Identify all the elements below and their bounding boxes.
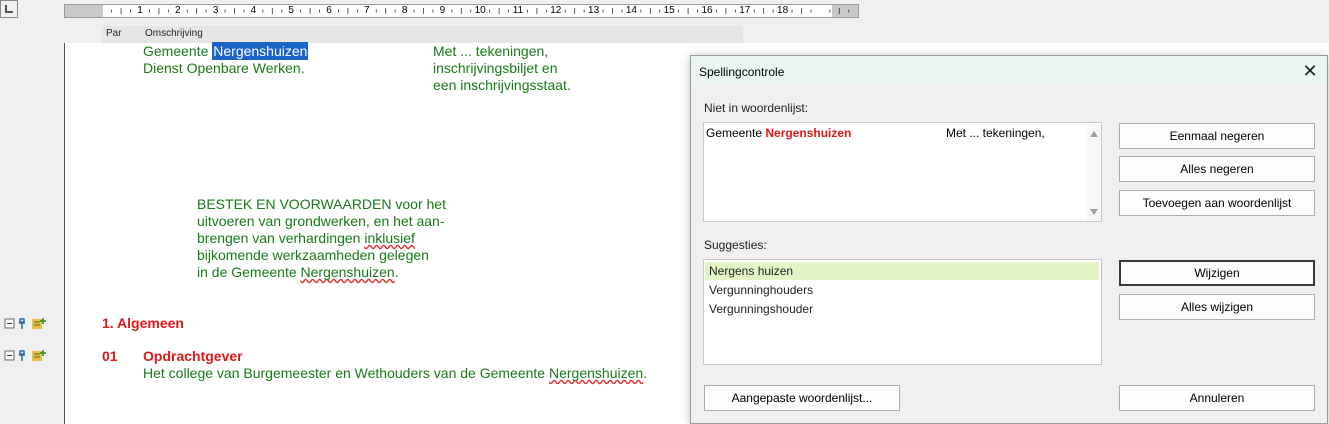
- ruler-number: 1: [137, 5, 143, 16]
- suggestion-item[interactable]: Vergunninghouders: [705, 281, 1099, 299]
- cancel-button[interactable]: Annuleren: [1119, 385, 1315, 411]
- doc-col2-line2[interactable]: inschrijvingsbiljet en: [433, 60, 558, 77]
- dialog-titlebar[interactable]: Spellingcontrole ✕: [691, 56, 1327, 86]
- suggestion-item[interactable]: Vergunningshouder: [705, 300, 1099, 318]
- doc-text: .: [394, 264, 399, 280]
- section-heading-algemeen[interactable]: 1. Algemeen: [102, 315, 184, 332]
- doc-text: Gemeente: [143, 43, 213, 59]
- doc-line-gemeente[interactable]: Gemeente Nergenshuizen: [143, 42, 309, 60]
- bestek-line5[interactable]: in de Gemeente Nergenshuizen.: [197, 264, 399, 281]
- scroll-up-icon[interactable]: [1090, 131, 1098, 137]
- suggestion-item[interactable]: Nergens huizen: [705, 262, 1099, 280]
- add-to-dictionary-button[interactable]: Toevoegen aan woordenlijst: [1119, 190, 1315, 216]
- ruler-number: 5: [288, 5, 294, 16]
- column-header: Par Omschrijving: [102, 26, 743, 43]
- doc-col2-line1[interactable]: Met ... tekeningen,: [433, 43, 548, 60]
- ruler-number: 12: [550, 5, 562, 16]
- dialog-title: Spellingcontrole: [699, 65, 785, 79]
- context-before: Gemeente: [706, 126, 766, 140]
- ruler-number: 18: [777, 5, 789, 16]
- ruler-number: 8: [401, 5, 408, 16]
- not-in-dictionary-label: Niet in woordenlijst:: [704, 101, 809, 115]
- bestek-line1[interactable]: BESTEK EN VOORWAARDEN voor het: [197, 196, 446, 213]
- context-text: Gemeente Nergenshuizen: [706, 126, 851, 140]
- ruler-number: 14: [625, 5, 637, 16]
- doc-text: Het college van Burgemeester en Wethoude…: [143, 365, 549, 381]
- ruler-number: 16: [701, 5, 713, 16]
- suggestions-label: Suggesties:: [704, 238, 767, 252]
- change-all-button[interactable]: Alles wijzigen: [1119, 294, 1315, 320]
- ruler-number: 17: [739, 5, 751, 16]
- tab-stop-icon: [5, 5, 13, 13]
- ruler-number: 3: [212, 5, 219, 16]
- context-after: Met ... tekeningen,: [946, 126, 1045, 140]
- context-scrollbar[interactable]: [1087, 125, 1101, 221]
- ruler-number: 4: [250, 5, 257, 16]
- ruler-number: 13: [588, 5, 600, 16]
- ruler-number: 11: [512, 5, 524, 16]
- ruler-number: 10: [474, 5, 486, 16]
- ignore-all-button[interactable]: Alles negeren: [1119, 156, 1315, 182]
- ruler-number: 7: [364, 5, 370, 16]
- ruler-number: 6: [326, 5, 332, 16]
- horizontal-ruler[interactable]: 1 2 3 4 5 6 7 8 9 10 11 12 13 14 15 16 17 18: [64, 4, 859, 18]
- bestek-line3[interactable]: brengen van verhardingen inklusief: [197, 230, 415, 247]
- misspelled-word[interactable]: Nergenshuizen: [301, 264, 395, 280]
- suggestions-list[interactable]: Nergens huizen Vergunninghouders Vergunn…: [703, 259, 1102, 365]
- outline-controls-opdrachtgever[interactable]: [4, 348, 50, 362]
- doc-text: brengen van verhardingen: [197, 230, 365, 246]
- paragraph-text[interactable]: Het college van Burgemeester en Wethoude…: [143, 365, 647, 382]
- change-button[interactable]: Wijzigen: [1119, 260, 1315, 286]
- doc-col2-line3[interactable]: een inschrijvingsstaat.: [433, 77, 571, 94]
- selected-misspelled-word[interactable]: Nergenshuizen: [212, 42, 309, 60]
- ruler-number: 2: [175, 5, 181, 16]
- close-icon[interactable]: ✕: [1301, 62, 1319, 80]
- misspelled-word[interactable]: inklusief: [364, 230, 415, 246]
- doc-line-dienst[interactable]: Dienst Openbare Werken.: [143, 60, 305, 77]
- bestek-line2[interactable]: uitvoeren van grondwerken, en het aan-: [197, 213, 445, 230]
- doc-text: in de Gemeente: [197, 264, 301, 280]
- doc-text: .: [643, 365, 648, 381]
- ruler-number: 9: [439, 5, 446, 16]
- ignore-once-button[interactable]: Eenmaal negeren: [1119, 123, 1315, 149]
- ruler-number: 15: [663, 5, 675, 16]
- outline-controls-algemeen[interactable]: [4, 316, 50, 330]
- ruler-corner-button[interactable]: [0, 0, 18, 18]
- context-misspelled-word: Nergenshuizen: [765, 126, 852, 140]
- column-header-omschrijving: Omschrijving: [145, 28, 203, 39]
- custom-dictionary-button[interactable]: Aangepaste woordenlijst...: [704, 385, 900, 411]
- paragraph-title[interactable]: Opdrachtgever: [143, 348, 243, 365]
- paragraph-number[interactable]: 01: [102, 348, 118, 365]
- scroll-down-icon[interactable]: [1090, 209, 1098, 215]
- bestek-line4[interactable]: bijkomende werkzaamheden gelegen: [197, 247, 429, 264]
- misspelled-word[interactable]: Nergenshuizen: [549, 365, 643, 381]
- not-in-dictionary-context[interactable]: Gemeente Nergenshuizen Met ... tekeninge…: [703, 122, 1102, 222]
- spellcheck-dialog: Spellingcontrole ✕ Niet in woordenlijst:…: [690, 55, 1328, 424]
- column-header-par: Par: [106, 28, 122, 39]
